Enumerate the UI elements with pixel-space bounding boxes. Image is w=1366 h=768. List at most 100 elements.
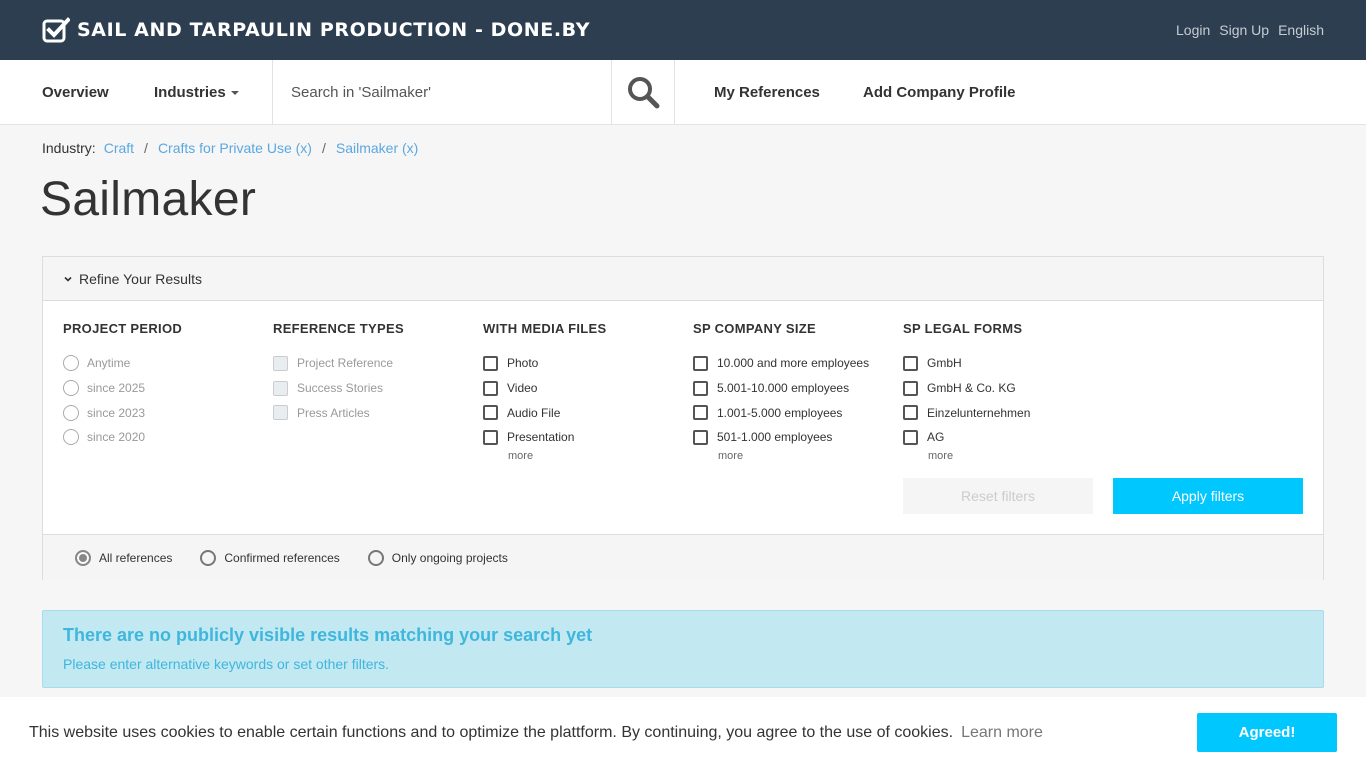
radio-button[interactable] (63, 355, 79, 372)
signup-link[interactable]: Sign Up (1219, 22, 1269, 38)
radio-button[interactable] (63, 380, 79, 397)
option-label: GmbH (927, 356, 962, 371)
option-label: 501-1.000 employees (717, 430, 833, 445)
option-label: Presentation (507, 430, 575, 445)
cookie-learn-more-link[interactable]: Learn more (961, 724, 1043, 742)
period-option[interactable]: Anytime (63, 351, 263, 376)
checkbox[interactable] (483, 405, 498, 421)
filter-title: SP LEGAL FORMS (903, 321, 1023, 336)
breadcrumb-item-crafts-private[interactable]: Crafts for Private Use (x) (158, 140, 312, 156)
more-link[interactable]: more (508, 450, 683, 462)
checkbox[interactable] (273, 405, 288, 421)
reset-filters-button[interactable]: Reset filters (903, 478, 1093, 514)
checkbox[interactable] (483, 429, 498, 445)
checkbox[interactable] (693, 355, 708, 371)
checkbox[interactable] (693, 405, 708, 421)
search-input[interactable] (273, 60, 611, 125)
period-option[interactable]: since 2023 (63, 400, 263, 425)
checkbox[interactable] (903, 380, 918, 396)
period-option[interactable]: since 2020 (63, 425, 263, 450)
option-label: Press Articles (297, 405, 370, 420)
search-button[interactable] (612, 60, 675, 125)
login-link[interactable]: Login (1176, 22, 1210, 38)
checkbox[interactable] (903, 405, 918, 421)
filter-title: SP COMPANY SIZE (693, 321, 816, 336)
option-label: since 2025 (87, 381, 146, 396)
checkbox[interactable] (693, 429, 708, 445)
main-nav: Overview Industries My References Add Co… (0, 60, 1366, 125)
breadcrumb-item-sailmaker[interactable]: Sailmaker (x) (336, 140, 418, 156)
search-icon (627, 77, 659, 109)
filter-company-size: SP COMPANY SIZE 10.000 and more employee… (693, 321, 893, 462)
radio-button[interactable] (63, 429, 79, 446)
media-option[interactable]: Audio File (483, 400, 683, 425)
option-label: Video (507, 381, 538, 396)
radio-button[interactable] (200, 549, 217, 566)
more-link[interactable]: more (718, 450, 893, 462)
legal-form-option[interactable]: AG (903, 425, 1103, 450)
reference-type-option[interactable]: Press Articles (273, 400, 473, 425)
company-size-option[interactable]: 1.001-5.000 employees (693, 400, 893, 425)
page-title: Sailmaker (40, 173, 257, 226)
media-option[interactable]: Photo (483, 351, 683, 376)
company-size-option[interactable]: 10.000 and more employees (693, 351, 893, 376)
chevron-down-icon (64, 276, 72, 282)
reference-scope-bar: All references Confirmed references Only… (43, 534, 1323, 580)
period-option[interactable]: since 2025 (63, 376, 263, 401)
breadcrumb-item-craft[interactable]: Craft (104, 140, 134, 156)
media-option[interactable]: Presentation (483, 425, 683, 450)
filter-title: WITH MEDIA FILES (483, 321, 607, 336)
checkbox[interactable] (693, 380, 708, 396)
radio-button[interactable] (63, 404, 79, 421)
filter-panel-heading: Refine Your Results (79, 270, 202, 287)
filter-panel-toggle[interactable]: Refine Your Results (43, 257, 1323, 301)
apply-filters-button[interactable]: Apply filters (1113, 478, 1303, 514)
checkbox[interactable] (273, 380, 288, 396)
option-label: All references (99, 550, 173, 565)
media-option[interactable]: Video (483, 376, 683, 401)
reference-type-option[interactable]: Success Stories (273, 376, 473, 401)
breadcrumb-separator: / (144, 140, 148, 156)
nav-add-company-profile[interactable]: Add Company Profile (863, 84, 1016, 101)
company-size-option[interactable]: 501-1.000 employees (693, 425, 893, 450)
checkbox[interactable] (273, 355, 288, 371)
alert-text: Please enter alternative keywords or set… (63, 656, 390, 672)
radio-button-selected[interactable] (75, 549, 91, 566)
filter-panel: Refine Your Results PROJECT PERIOD Anyti… (42, 256, 1324, 580)
cookie-banner: This website uses cookies to enable cert… (0, 697, 1366, 768)
language-link[interactable]: English (1278, 22, 1324, 38)
option-label: Photo (507, 356, 539, 371)
option-label: AG (927, 430, 945, 445)
alert-title: There are no publicly visible results ma… (63, 625, 593, 645)
scope-option-all[interactable]: All references (75, 549, 173, 566)
option-label: Anytime (87, 356, 131, 371)
filter-media-files: WITH MEDIA FILES Photo Video Audio File … (483, 321, 683, 462)
reference-type-option[interactable]: Project Reference (273, 351, 473, 376)
nav-industries[interactable]: Industries (154, 84, 239, 101)
filter-title: PROJECT PERIOD (63, 321, 183, 336)
checkbox[interactable] (483, 355, 498, 371)
checkbox[interactable] (903, 355, 918, 371)
checkbox[interactable] (483, 380, 498, 396)
breadcrumb-separator: / (321, 140, 326, 156)
legal-form-option[interactable]: GmbH & Co. KG (903, 376, 1103, 401)
checkbox[interactable] (903, 429, 918, 445)
top-header: SAIL AND TARPAULIN PRODUCTION - DONE.BY … (0, 0, 1366, 60)
legal-form-option[interactable]: Einzelunternehmen (903, 400, 1103, 425)
option-label: Einzelunternehmen (927, 405, 1031, 420)
legal-form-option[interactable]: GmbH (903, 351, 1103, 376)
company-size-option[interactable]: 5.001-10.000 employees (693, 376, 893, 401)
radio-button[interactable] (367, 549, 384, 566)
more-link[interactable]: more (928, 450, 1103, 462)
nav-my-references[interactable]: My References (714, 84, 820, 101)
site-brand[interactable]: SAIL AND TARPAULIN PRODUCTION - DONE.BY (42, 17, 590, 43)
scope-option-ongoing[interactable]: Only ongoing projects (367, 549, 508, 566)
scope-option-confirmed[interactable]: Confirmed references (200, 549, 340, 566)
option-label: since 2023 (87, 405, 146, 420)
filter-legal-forms: SP LEGAL FORMS GmbH GmbH & Co. KG Einzel… (903, 321, 1103, 462)
option-label: since 2020 (87, 430, 146, 445)
nav-overview[interactable]: Overview (42, 84, 109, 101)
cookie-accept-button[interactable]: Agreed! (1197, 713, 1337, 752)
top-links: Login Sign Up English (1167, 22, 1324, 38)
option-label: Success Stories (297, 381, 384, 396)
